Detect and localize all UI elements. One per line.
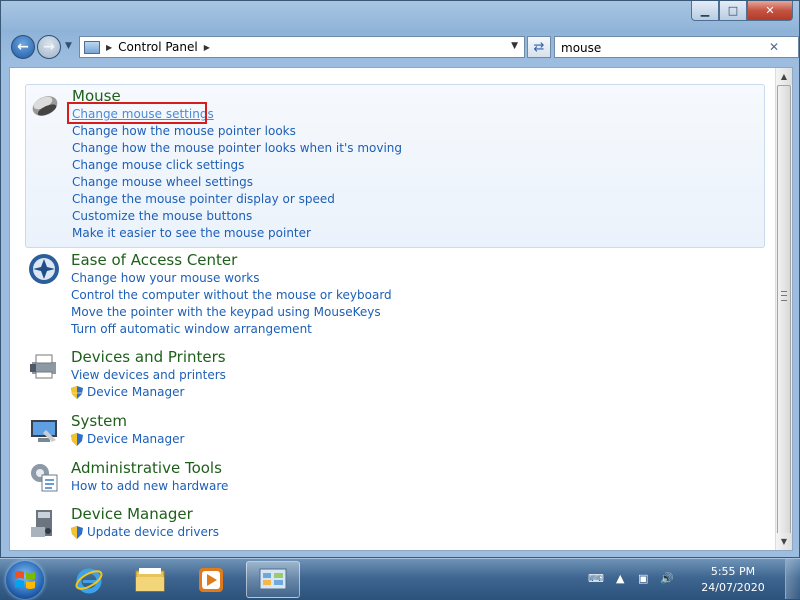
result-link[interactable]: Change the mouse pointer display or spee… <box>72 192 335 206</box>
notification-area: ⌨ ▲ ▣ 🔊 5:55 PM 24/07/2020 <box>580 559 800 599</box>
result-link[interactable]: Change mouse click settings <box>72 158 244 172</box>
volume-icon[interactable]: 🔊 <box>660 572 674 585</box>
recent-pages-dropdown-icon[interactable]: ▼ <box>65 41 72 51</box>
result-group-administrative-tools: Administrative Tools How to add new hard… <box>25 459 765 499</box>
scroll-up-button[interactable]: ▲ <box>776 68 792 85</box>
address-bar[interactable]: ▶ Control Panel ▶ ▼ <box>79 36 525 58</box>
folder-icon <box>135 567 165 591</box>
group-title[interactable]: Ease of Access Center <box>71 251 237 269</box>
printer-icon <box>30 354 56 379</box>
result-group-devices-and-printers: Devices and Printers View devices and pr… <box>25 348 765 403</box>
control-panel-icon <box>259 568 287 589</box>
vertical-scrollbar[interactable]: ▲ ▼ <box>775 68 792 550</box>
windows-logo-icon <box>15 571 35 589</box>
group-title[interactable]: Devices and Printers <box>71 348 226 366</box>
result-link[interactable]: Make it easier to see the mouse pointer <box>72 226 311 240</box>
forward-button[interactable]: → <box>37 35 61 59</box>
group-title[interactable]: System <box>71 412 127 430</box>
taskbar-windows-explorer[interactable] <box>123 561 177 598</box>
scroll-down-button[interactable]: ▼ <box>776 533 792 550</box>
result-link[interactable]: Update device drivers <box>87 525 219 539</box>
network-icon[interactable]: ▣ <box>638 572 648 585</box>
result-link[interactable]: Device Manager <box>87 385 184 399</box>
clock[interactable]: 5:55 PM 24/07/2020 <box>700 564 766 596</box>
search-results-pane: Mouse Change mouse settings Change how t… <box>9 67 793 551</box>
result-link[interactable]: Move the pointer with the keypad using M… <box>71 305 381 319</box>
mouse-icon <box>32 96 58 116</box>
clock-time: 5:55 PM <box>710 565 756 578</box>
group-title[interactable]: Administrative Tools <box>71 459 222 477</box>
ease-of-access-icon <box>29 254 59 284</box>
breadcrumb-control-panel[interactable]: Control Panel <box>118 40 198 54</box>
taskbar: ⌨ ▲ ▣ 🔊 5:55 PM 24/07/2020 <box>0 558 800 600</box>
result-link[interactable]: View devices and printers <box>71 368 226 382</box>
back-button[interactable]: ← <box>11 35 35 59</box>
back-arrow-icon: ← <box>17 39 29 55</box>
uac-shield-icon <box>71 386 83 399</box>
control-panel-icon <box>84 40 100 54</box>
taskbar-media-player[interactable] <box>184 561 238 598</box>
address-dropdown-icon[interactable]: ▼ <box>511 41 518 51</box>
system-icon <box>31 420 57 442</box>
result-link[interactable]: Change how the mouse pointer looks <box>72 124 296 138</box>
maximize-button[interactable]: □ <box>719 1 747 21</box>
keyboard-icon[interactable]: ⌨ <box>588 572 604 585</box>
result-link[interactable]: Change mouse wheel settings <box>72 175 253 189</box>
uac-shield-icon <box>71 526 83 539</box>
close-button[interactable]: ✕ <box>747 1 793 21</box>
taskbar-internet-explorer[interactable] <box>62 561 116 598</box>
result-link[interactable]: Device Manager <box>87 432 184 446</box>
media-player-icon <box>199 567 223 592</box>
navigation-bar: ← → ▼ ▶ Control Panel ▶ ▼ ⇄ ✕ <box>9 33 799 61</box>
clear-search-icon[interactable]: ✕ <box>769 40 779 54</box>
breadcrumb-arrow-icon[interactable]: ▶ <box>106 43 112 52</box>
result-link[interactable]: Customize the mouse buttons <box>72 209 252 223</box>
forward-arrow-icon: → <box>43 39 55 55</box>
refresh-icon: ⇄ <box>533 39 545 55</box>
result-group-system: System Device Manager <box>25 412 765 452</box>
clock-date: 24/07/2020 <box>701 581 765 594</box>
start-button[interactable] <box>6 561 44 599</box>
administrative-tools-icon <box>31 464 58 492</box>
show-desktop-button[interactable] <box>785 559 800 599</box>
uac-shield-icon <box>71 433 83 446</box>
group-title[interactable]: Device Manager <box>71 505 193 523</box>
minimize-button[interactable]: ▁ <box>691 1 719 21</box>
scroll-thumb[interactable] <box>777 85 791 535</box>
result-link[interactable]: Change how the mouse pointer looks when … <box>72 141 402 155</box>
result-link[interactable]: Control the computer without the mouse o… <box>71 288 392 302</box>
show-hidden-icons-icon[interactable]: ▲ <box>616 572 624 585</box>
highlight-annotation <box>67 102 207 124</box>
caption-buttons: ▁ □ ✕ <box>691 1 793 21</box>
result-link[interactable]: How to add new hardware <box>71 479 228 493</box>
device-manager-icon <box>31 510 52 537</box>
scroll-grip-icon <box>781 291 787 301</box>
refresh-button[interactable]: ⇄ <box>527 36 551 58</box>
internet-explorer-icon <box>75 568 103 593</box>
result-group-device-manager: Device Manager Update device drivers <box>25 505 765 545</box>
result-link[interactable]: Change how your mouse works <box>71 271 260 285</box>
result-group-ease-of-access: Ease of Access Center Change how your mo… <box>25 251 765 341</box>
search-input[interactable] <box>554 36 799 58</box>
result-link[interactable]: Turn off automatic window arrangement <box>71 322 312 336</box>
breadcrumb-arrow-icon[interactable]: ▶ <box>204 43 210 52</box>
taskbar-control-panel[interactable] <box>246 561 300 598</box>
control-panel-window: ▁ □ ✕ ← → ▼ ▶ Control Panel ▶ ▼ ⇄ ✕ <box>0 0 800 558</box>
